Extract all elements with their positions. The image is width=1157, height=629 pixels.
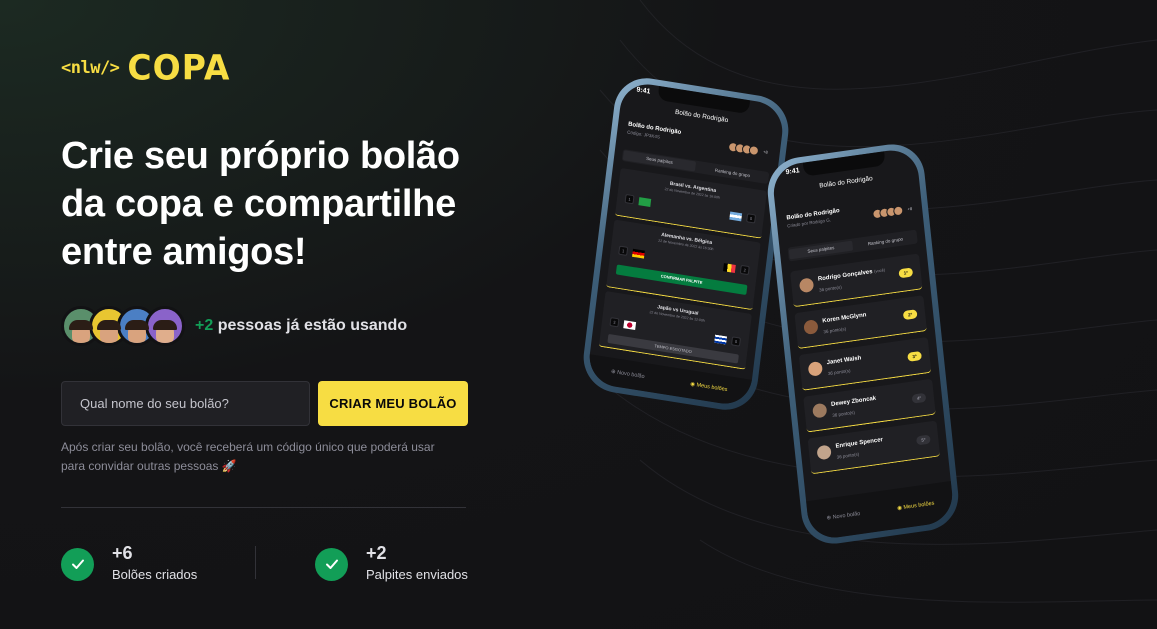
- tab-guesses[interactable]: Seus palpites: [788, 240, 854, 260]
- phone-mockup-back: 9:41 Bolão do Rodrigão Bolão do Rodrigão…: [579, 73, 793, 415]
- rank-badge: 3º: [907, 350, 922, 362]
- users-counter: +2 pessoas já estão usando: [61, 306, 407, 346]
- stats-separator: [255, 546, 256, 579]
- logo[interactable]: <nlw/> COPA: [61, 47, 231, 88]
- rank-badge: 5º: [915, 434, 931, 446]
- flag-belgium-icon: [722, 263, 736, 273]
- stat-pools: +6 Bolões criados: [61, 542, 197, 586]
- create-pool-form: Qual nome do seu bolão? CRIAR MEU BOLÃO: [61, 381, 468, 426]
- player-points: 36 ponto(s): [818, 284, 842, 293]
- flag-germany-icon: [632, 248, 645, 259]
- stat-guesses: +2 Palpites enviados: [315, 542, 468, 586]
- phone-mockup-front: 9:41 Bolão do Rodrigão Bolão do Rodrigão…: [764, 140, 962, 548]
- rank-badge: 2º: [902, 309, 918, 321]
- player-points: 36 ponto(s): [836, 451, 860, 460]
- hint-text: Após criar seu bolão, você receberá um c…: [61, 440, 435, 473]
- avatar: [816, 444, 832, 461]
- avatar: [812, 402, 828, 419]
- stat-value: +2: [366, 543, 387, 563]
- page-title: Crie seu próprio bolão da copa e compart…: [61, 135, 460, 273]
- score-input[interactable]: 1: [618, 245, 629, 256]
- pool-name-input[interactable]: Qual nome do seu bolão?: [61, 381, 310, 426]
- score-input[interactable]: 2: [739, 264, 750, 276]
- nav-new-pool[interactable]: ⊕ Novo bolão: [611, 369, 645, 380]
- player-name: Dewey Zboncak: [830, 395, 877, 408]
- phone-screen: 9:41 Bolão do Rodrigão Bolão do Rodrigão…: [586, 80, 786, 408]
- divider: [61, 507, 466, 508]
- score-input[interactable]: 0: [730, 336, 741, 347]
- player-points: 36 ponto(s): [823, 326, 847, 335]
- nav-new-pool[interactable]: ⊕ Novo bolão: [826, 511, 860, 522]
- score-input[interactable]: 3: [609, 317, 620, 328]
- member-count: +8: [762, 149, 769, 155]
- tab-ranking[interactable]: Ranking do grupo: [853, 234, 917, 248]
- avatar: [145, 306, 185, 346]
- tab-ranking[interactable]: Ranking do grupo: [696, 164, 769, 180]
- flag-argentina-icon: [729, 211, 743, 222]
- bottom-nav: ⊕ Novo bolão ◉ Meus bolões: [806, 481, 955, 542]
- stat-value: +6: [112, 543, 133, 563]
- group-name: Bolão do Rodrigão Criado por Rodrigo G.: [786, 208, 840, 229]
- score-input[interactable]: 0: [746, 213, 757, 224]
- flag-japan-icon: [623, 320, 637, 331]
- flag-uruguay-icon: [714, 334, 728, 345]
- avatar: [807, 360, 824, 377]
- member-count: +8: [907, 205, 913, 212]
- player-points: 36 ponto(s): [832, 409, 856, 418]
- avatar: [803, 319, 819, 336]
- player-name: Enrique Spencer: [835, 437, 884, 450]
- player-name: Janet Walsh: [826, 355, 862, 367]
- player-points: 36 ponto(s): [827, 368, 851, 377]
- create-pool-button[interactable]: CRIAR MEU BOLÃO: [318, 381, 468, 426]
- stat-label: Palpites enviados: [366, 567, 468, 582]
- phone-screen: 9:41 Bolão do Rodrigão Bolão do Rodrigão…: [771, 146, 955, 542]
- status-time: 9:41: [785, 167, 800, 177]
- score-input[interactable]: 1: [624, 193, 635, 205]
- logo-nlw-text: <nlw/>: [61, 57, 120, 78]
- rank-badge: 4º: [911, 392, 927, 404]
- player-name: Rodrigo Gonçalves (você): [817, 267, 886, 283]
- check-icon: [61, 547, 94, 581]
- avatar-group: [61, 306, 185, 346]
- group-name: Bolão do Rodrigão Código: JP3K4S: [626, 121, 682, 140]
- nav-my-pools[interactable]: ◉ Meus bolões: [690, 381, 728, 393]
- rank-badge: 1º: [898, 267, 914, 279]
- nav-my-pools[interactable]: ◉ Meus bolões: [897, 501, 935, 512]
- users-count-text: +2 pessoas já estão usando: [195, 317, 408, 334]
- stat-label: Bolões criados: [112, 567, 198, 582]
- status-time: 9:41: [635, 86, 651, 96]
- logo-copa-text: COPA: [127, 47, 231, 88]
- flag-brazil-icon: [638, 197, 652, 207]
- player-name: Koren McGlynn: [822, 312, 867, 325]
- avatar: [798, 277, 815, 294]
- member-avatars: [727, 141, 760, 157]
- tab-guesses[interactable]: Seus palpites: [622, 150, 697, 172]
- member-avatars: [871, 205, 904, 220]
- check-icon: [315, 547, 348, 581]
- phone-notch: [802, 151, 886, 177]
